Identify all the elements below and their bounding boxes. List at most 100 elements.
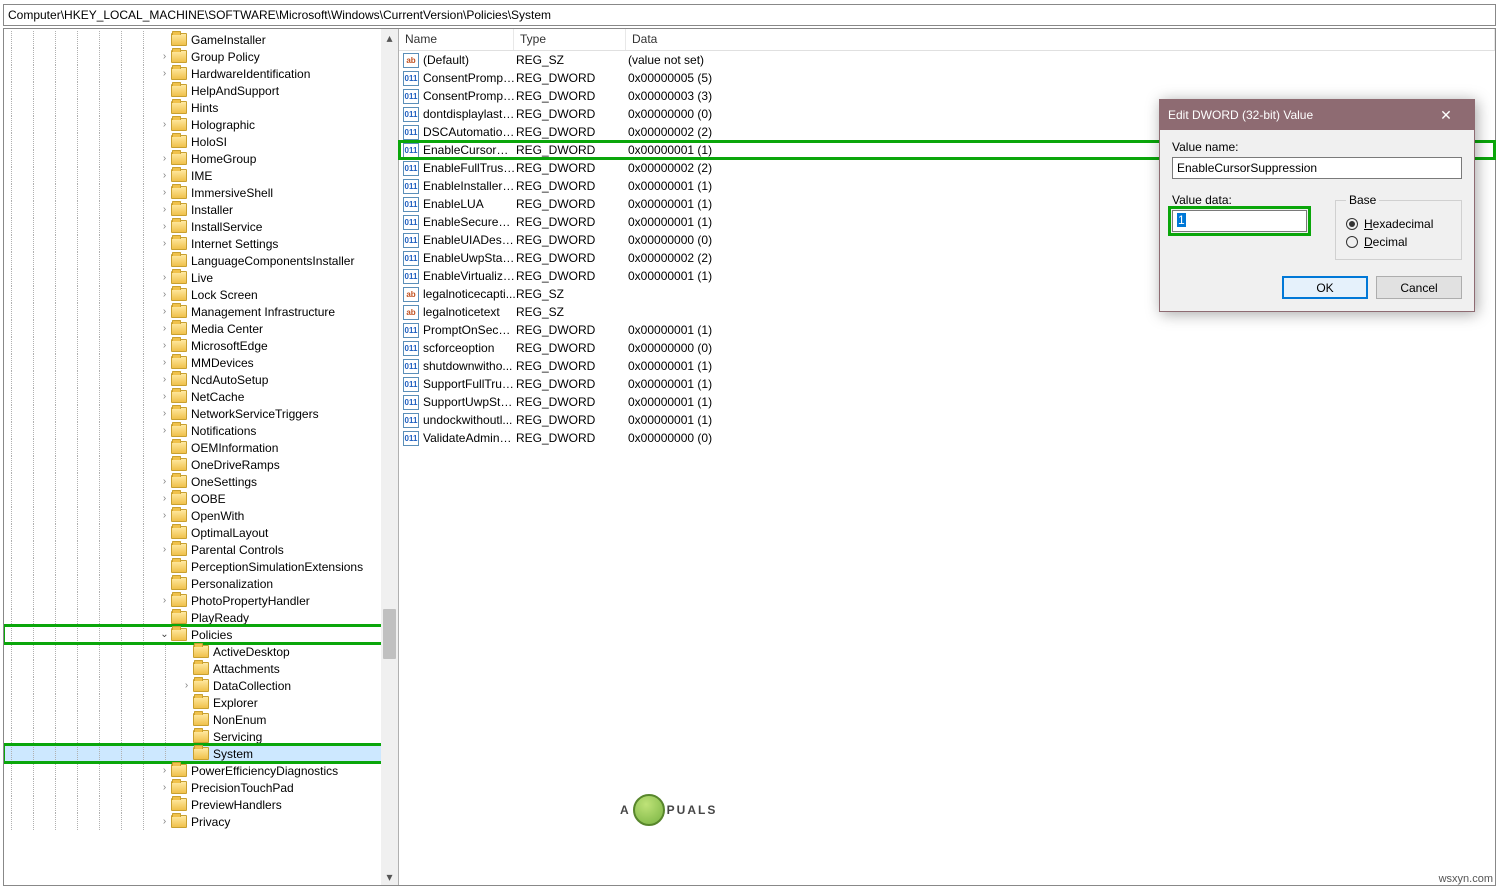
expand-icon[interactable]: ›	[158, 765, 171, 776]
tree-item-installer[interactable]: ›Installer	[4, 201, 398, 218]
expand-icon[interactable]: ›	[158, 544, 171, 555]
close-icon[interactable]: ✕	[1426, 107, 1466, 124]
expand-icon[interactable]: ›	[158, 68, 171, 79]
value-name-field[interactable]	[1172, 157, 1462, 179]
tree-item-microsoftedge[interactable]: ›MicrosoftEdge	[4, 337, 398, 354]
expand-icon[interactable]: ›	[158, 357, 171, 368]
scroll-up-icon[interactable]: ▴	[381, 29, 398, 46]
tree-item-mmdevices[interactable]: ›MMDevices	[4, 354, 398, 371]
tree-item-holosi[interactable]: HoloSI	[4, 133, 398, 150]
tree-item-nonenum[interactable]: NonEnum	[4, 711, 398, 728]
expand-icon[interactable]: ›	[158, 816, 171, 827]
expand-icon[interactable]: ›	[158, 153, 171, 164]
tree-item-oobe[interactable]: ›OOBE	[4, 490, 398, 507]
tree-item-photopropertyhandler[interactable]: ›PhotoPropertyHandler	[4, 592, 398, 609]
expand-icon[interactable]: ›	[158, 340, 171, 351]
tree-item-helpandsupport[interactable]: HelpAndSupport	[4, 82, 398, 99]
ok-button[interactable]: OK	[1282, 276, 1368, 299]
tree-item-internet-settings[interactable]: ›Internet Settings	[4, 235, 398, 252]
expand-icon[interactable]: ›	[158, 493, 171, 504]
expand-icon[interactable]: ›	[158, 476, 171, 487]
value-row[interactable]: 011ValidateAdminC...REG_DWORD0x00000000 …	[399, 429, 1495, 447]
tree-item-privacy[interactable]: ›Privacy	[4, 813, 398, 830]
value-row[interactable]: 011SupportUwpStar...REG_DWORD0x00000001 …	[399, 393, 1495, 411]
expand-icon[interactable]: ›	[158, 425, 171, 436]
tree-item-ime[interactable]: ›IME	[4, 167, 398, 184]
tree-item-group-policy[interactable]: ›Group Policy	[4, 48, 398, 65]
tree-item-onedriveramps[interactable]: OneDriveRamps	[4, 456, 398, 473]
expand-icon[interactable]: ›	[158, 170, 171, 181]
expand-icon[interactable]: ›	[158, 289, 171, 300]
value-row[interactable]: 011SupportFullTrust...REG_DWORD0x0000000…	[399, 375, 1495, 393]
tree-scrollbar[interactable]: ▴ ▾	[381, 29, 398, 885]
expand-icon[interactable]: ›	[158, 391, 171, 402]
tree-item-system[interactable]: System	[4, 745, 398, 762]
expand-icon[interactable]: ›	[158, 408, 171, 419]
expand-icon[interactable]: ›	[158, 51, 171, 62]
expand-icon[interactable]: ›	[158, 782, 171, 793]
tree-item-gameinstaller[interactable]: GameInstaller	[4, 31, 398, 48]
radio-hexadecimal[interactable]: Hexadecimal	[1346, 217, 1451, 231]
expand-icon[interactable]: ›	[158, 204, 171, 215]
expand-icon[interactable]: ›	[158, 510, 171, 521]
tree-item-perceptionsimulationextensions[interactable]: PerceptionSimulationExtensions	[4, 558, 398, 575]
tree-item-installservice[interactable]: ›InstallService	[4, 218, 398, 235]
scroll-down-icon[interactable]: ▾	[381, 868, 398, 885]
tree-item-servicing[interactable]: Servicing	[4, 728, 398, 745]
tree-item-powerefficiencydiagnostics[interactable]: ›PowerEfficiencyDiagnostics	[4, 762, 398, 779]
tree-item-activedesktop[interactable]: ActiveDesktop	[4, 643, 398, 660]
col-data[interactable]: Data	[626, 29, 1495, 50]
expand-icon[interactable]: ›	[158, 323, 171, 334]
tree-item-live[interactable]: ›Live	[4, 269, 398, 286]
tree-item-attachments[interactable]: Attachments	[4, 660, 398, 677]
tree-item-playready[interactable]: PlayReady	[4, 609, 398, 626]
values-header[interactable]: Name Type Data	[399, 29, 1495, 51]
tree-item-explorer[interactable]: Explorer	[4, 694, 398, 711]
expand-icon[interactable]: ›	[158, 595, 171, 606]
tree-item-immersiveshell[interactable]: ›ImmersiveShell	[4, 184, 398, 201]
value-row[interactable]: 011PromptOnSecur...REG_DWORD0x00000001 (…	[399, 321, 1495, 339]
expand-icon[interactable]: ›	[180, 680, 193, 691]
expand-icon[interactable]: ›	[158, 119, 171, 130]
tree-item-onesettings[interactable]: ›OneSettings	[4, 473, 398, 490]
tree-item-parental-controls[interactable]: ›Parental Controls	[4, 541, 398, 558]
tree-item-personalization[interactable]: Personalization	[4, 575, 398, 592]
tree-item-management-infrastructure[interactable]: ›Management Infrastructure	[4, 303, 398, 320]
scroll-thumb[interactable]	[383, 609, 396, 659]
tree-item-notifications[interactable]: ›Notifications	[4, 422, 398, 439]
tree-item-precisiontouchpad[interactable]: ›PrecisionTouchPad	[4, 779, 398, 796]
tree-item-networkservicetriggers[interactable]: ›NetworkServiceTriggers	[4, 405, 398, 422]
value-row[interactable]: 011shutdownwitho...REG_DWORD0x00000001 (…	[399, 357, 1495, 375]
cancel-button[interactable]: Cancel	[1376, 276, 1462, 299]
expand-icon[interactable]: ›	[158, 306, 171, 317]
col-name[interactable]: Name	[399, 29, 514, 50]
tree-item-openwith[interactable]: ›OpenWith	[4, 507, 398, 524]
registry-tree[interactable]: GameInstaller›Group Policy›HardwareIdent…	[4, 29, 398, 830]
tree-item-ncdautosetup[interactable]: ›NcdAutoSetup	[4, 371, 398, 388]
tree-item-policies[interactable]: ⌄Policies	[4, 626, 398, 643]
dialog-titlebar[interactable]: Edit DWORD (32-bit) Value ✕	[1160, 100, 1474, 130]
tree-item-media-center[interactable]: ›Media Center	[4, 320, 398, 337]
tree-item-holographic[interactable]: ›Holographic	[4, 116, 398, 133]
value-data-field[interactable]: 1	[1172, 210, 1307, 232]
expand-icon[interactable]: ›	[158, 374, 171, 385]
tree-item-netcache[interactable]: ›NetCache	[4, 388, 398, 405]
expand-icon[interactable]: ›	[158, 272, 171, 283]
tree-item-oeminformation[interactable]: OEMInformation	[4, 439, 398, 456]
expand-icon[interactable]: ⌄	[158, 629, 171, 640]
tree-item-optimallayout[interactable]: OptimalLayout	[4, 524, 398, 541]
col-type[interactable]: Type	[514, 29, 626, 50]
tree-item-datacollection[interactable]: ›DataCollection	[4, 677, 398, 694]
value-row[interactable]: 011ConsentPrompt...REG_DWORD0x00000005 (…	[399, 69, 1495, 87]
tree-item-hints[interactable]: Hints	[4, 99, 398, 116]
address-bar[interactable]: Computer\HKEY_LOCAL_MACHINE\SOFTWARE\Mic…	[3, 4, 1496, 26]
value-row[interactable]: 011scforceoptionREG_DWORD0x00000000 (0)	[399, 339, 1495, 357]
expand-icon[interactable]: ›	[158, 187, 171, 198]
radio-decimal[interactable]: Decimal	[1346, 235, 1451, 249]
tree-item-previewhandlers[interactable]: PreviewHandlers	[4, 796, 398, 813]
expand-icon[interactable]: ›	[158, 238, 171, 249]
tree-item-lock-screen[interactable]: ›Lock Screen	[4, 286, 398, 303]
tree-item-hardwareidentification[interactable]: ›HardwareIdentification	[4, 65, 398, 82]
tree-item-homegroup[interactable]: ›HomeGroup	[4, 150, 398, 167]
value-row[interactable]: 011undockwithoutl...REG_DWORD0x00000001 …	[399, 411, 1495, 429]
